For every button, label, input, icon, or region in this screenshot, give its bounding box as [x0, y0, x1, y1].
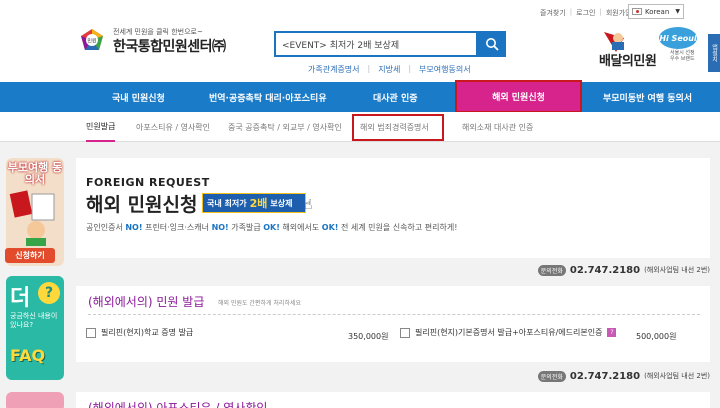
separator: | [599, 8, 602, 16]
section-subtitle: 해외 민원도 간편하게 처리하세요 [218, 300, 302, 307]
caret-down-icon: ▼ [675, 8, 680, 15]
phone-number: 02.747.2180 [569, 370, 641, 382]
page-title: 해외 민원신청 [86, 194, 198, 216]
app-install-tab[interactable]: 앱설치 [708, 34, 720, 72]
apply-button[interactable]: 신청하기 [5, 248, 55, 263]
next-banner[interactable] [6, 392, 64, 408]
quick-links: 가족관계증명서 | 지방세 | 부모여행동의서 [308, 64, 471, 75]
subnav-china[interactable]: 중국 공증촉탁 / 외교부 / 영사확인 [228, 112, 342, 142]
divider [88, 314, 700, 315]
quick-link-parent[interactable]: 부모여행동의서 [419, 64, 471, 75]
logo-icon[interactable]: 민원 [80, 28, 104, 52]
nav-domestic[interactable]: 국내 민원신청 [112, 82, 165, 112]
search-input[interactable]: <EVENT> 최저가 2배 보상제 [274, 31, 478, 57]
phone-number: 02.747.2180 [569, 264, 641, 276]
phone-note: (해외사업팀 내선 2번) [644, 372, 710, 380]
hi-seoul-badge: Hi Seoul [659, 27, 697, 49]
korea-flag-icon [632, 8, 642, 15]
intro-description: 공인인증서 NO! 프린터·잉크·스캐너 NO! 가족발급 OK! 해외에서도 … [86, 223, 458, 232]
nav-translation[interactable]: 번역·공증촉탁 대리·아포스티유 [209, 82, 327, 112]
list-item[interactable]: 필리핀(현지)학교 증명 발급 [86, 327, 193, 338]
pointer-hand-icon: ☝ [304, 197, 313, 213]
promo-suffix: 보상제 [270, 198, 293, 208]
quick-link-tax[interactable]: 지방세 [378, 64, 400, 75]
separator: | [569, 8, 573, 16]
info-tag-icon: ? [607, 328, 617, 337]
phone-row: 문의전화 02.747.2180 (해외사업팀 내선 2번) [76, 260, 710, 280]
utility-links: 즐겨찾기 | 로그인 | 회원가입 [540, 8, 632, 18]
separator: | [408, 64, 412, 73]
section-title: (해외에서의) 민원 발급 [88, 295, 205, 309]
main-nav: 국내 민원신청 번역·공증촉탁 대리·아포스티유 대사관 인증 부모미동반 여행… [0, 82, 720, 112]
highlight-box [352, 114, 444, 141]
subnav-issue[interactable]: 민원발급 [86, 112, 116, 142]
search-icon [486, 38, 499, 51]
nav-parent-consent[interactable]: 부모미동반 여행 동의서 [603, 82, 692, 112]
nav-embassy[interactable]: 대사관 인증 [373, 82, 418, 112]
item-price: 350,000원 [348, 332, 389, 341]
faq-text: 궁금하신 내용이 있나요? [10, 312, 58, 329]
search-button[interactable] [478, 31, 506, 57]
question-icon: ? [38, 282, 60, 304]
baedal-title[interactable]: 배달의민원 [599, 50, 657, 69]
phone-badge: 문의전화 [537, 370, 566, 382]
quick-link-family[interactable]: 가족관계증명서 [308, 64, 360, 75]
promo-prefix: 국내 최저가 [207, 198, 247, 208]
language-select[interactable]: Korean ▼ [628, 4, 684, 19]
phone-note: (해외사업팀 내선 2번) [644, 266, 710, 274]
promo-badge[interactable]: 국내 최저가 2배 보상제 [202, 193, 306, 213]
item-label: 필리핀(현지)기본증명서 발급+아포스티유/에드리본인증 [415, 328, 603, 337]
list-item[interactable]: 필리핀(현지)기본증명서 발급+아포스티유/에드리본인증 ? [400, 327, 617, 338]
item-checkbox[interactable] [86, 327, 96, 338]
phone-badge: 문의전화 [537, 264, 566, 276]
logo-title[interactable]: 한국통합민원센터㈜ [113, 36, 226, 56]
item-price: 500,000원 [636, 332, 677, 341]
faq-big-text: 더 [10, 286, 31, 311]
intro-label: FOREIGN REQUEST [86, 176, 210, 189]
search-placeholder: <EVENT> 최저가 2배 보상제 [282, 40, 400, 51]
section-title: (해외에서의) 아포스티유 / 영사확인 [88, 401, 268, 408]
language-label: Korean [645, 7, 670, 16]
separator: | [367, 64, 371, 73]
item-checkbox[interactable] [400, 327, 410, 338]
phone-row: 문의전화 02.747.2180 (해외사업팀 내선 2번) [76, 366, 710, 386]
logo-mark-text: 민원 [87, 38, 97, 45]
item-label: 필리핀(현지)학교 증명 발급 [101, 328, 194, 337]
subnav-apostille[interactable]: 아포스티유 / 영사확인 [136, 112, 210, 142]
promo-number: 2배 [249, 197, 268, 210]
subnav-embassy-abroad[interactable]: 해외소재 대사관 인증 [462, 112, 533, 142]
faq-banner[interactable]: 더 ? 궁금하신 내용이 있나요? FAQ [6, 276, 64, 380]
bookmark-link[interactable]: 즐겨찾기 [540, 8, 566, 18]
faq-label: FAQ [10, 346, 46, 365]
login-link[interactable]: 로그인 [576, 8, 595, 18]
baedal-subtitle: 서울시 선정 우수 브랜드 [670, 50, 695, 62]
nav-overseas-active[interactable]: 해외 민원신청 [455, 80, 582, 113]
